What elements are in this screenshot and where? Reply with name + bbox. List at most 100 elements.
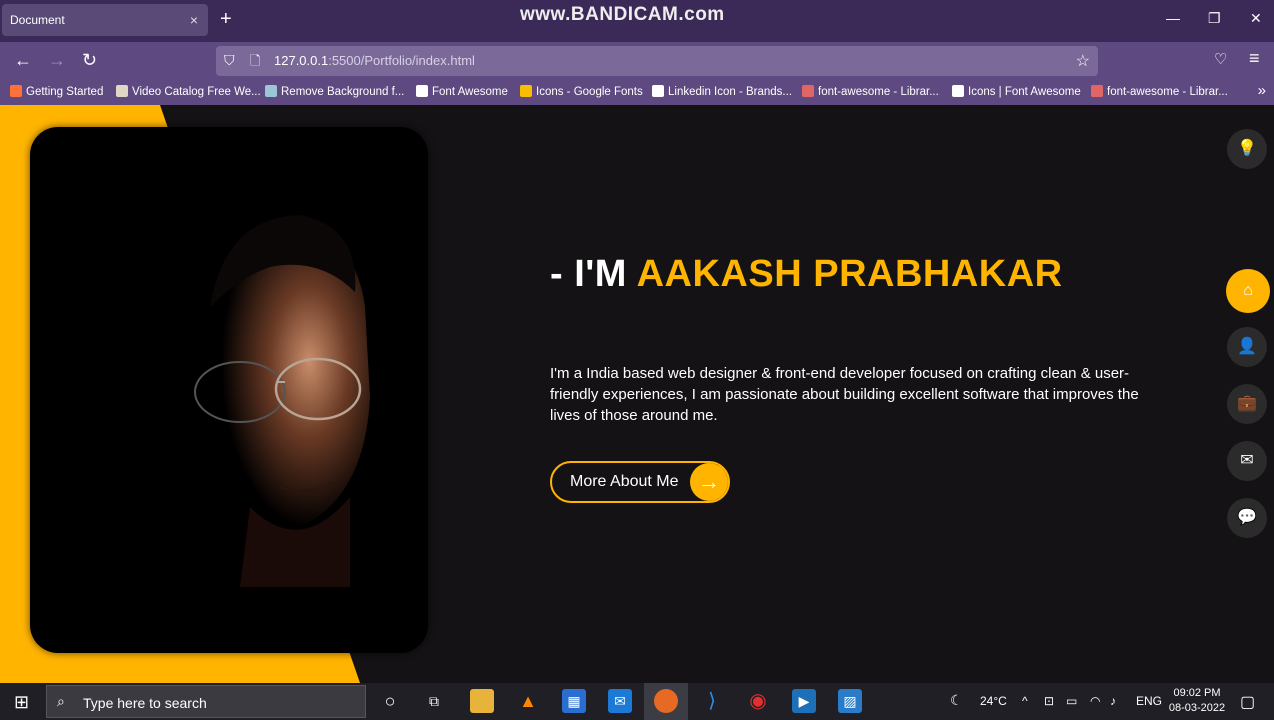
windows-start-icon[interactable]: ⊞ xyxy=(14,692,29,713)
envelope-icon: ✉ xyxy=(1240,452,1254,469)
mail-icon[interactable]: ✉ xyxy=(608,689,632,713)
new-tab-button[interactable]: + xyxy=(220,8,232,31)
bookmark-label: Font Awesome xyxy=(432,86,508,98)
wifi-icon[interactable]: ◠ xyxy=(1090,694,1100,708)
browser-titlebar: Document × + www.BANDICAM.com — ❐ ✕ xyxy=(0,0,1274,42)
address-bar[interactable]: ⛉ 🗋 127.0.0.1:5500/Portfolio/index.html … xyxy=(216,46,1098,76)
bookmark-item[interactable]: Icons - Google Fonts xyxy=(520,85,643,98)
nav-portfolio-button[interactable]: 💼 xyxy=(1227,384,1267,424)
url-text[interactable]: 127.0.0.1:5500/Portfolio/index.html xyxy=(274,53,475,68)
flag-icon xyxy=(952,85,964,97)
code-icon xyxy=(802,85,814,97)
battery-icon[interactable]: ▭ xyxy=(1066,694,1077,708)
portrait-illustration xyxy=(194,215,370,587)
bookmarks-bar: » Getting Started Video Catalog Free We..… xyxy=(0,80,1274,105)
bookmark-star-icon[interactable]: ☆ xyxy=(1076,51,1090,71)
photos-icon[interactable]: ▨ xyxy=(838,689,862,713)
pocket-icon[interactable]: ♡ xyxy=(1214,50,1227,68)
vlc-icon[interactable]: ▲ xyxy=(516,689,540,713)
theme-toggle-button[interactable]: 💡 xyxy=(1227,129,1267,169)
tray-chevron-icon[interactable]: ^ xyxy=(1022,694,1028,708)
hero-prefix: - I'M xyxy=(550,253,637,295)
firefox-icon xyxy=(10,85,22,97)
bookmark-label: Remove Background f... xyxy=(281,86,405,98)
flag-icon xyxy=(416,85,428,97)
forward-arrow-icon[interactable]: → xyxy=(48,50,66,71)
back-arrow-icon[interactable]: ← xyxy=(14,50,32,71)
weather-moon-icon[interactable]: ☾ xyxy=(950,692,963,709)
media-app-icon[interactable]: ▶ xyxy=(792,689,816,713)
bookmarks-overflow-icon[interactable]: » xyxy=(1258,82,1266,99)
bookmark-item[interactable]: Getting Started xyxy=(10,85,103,98)
nav-blog-button[interactable]: 💬 xyxy=(1227,498,1267,538)
clock-time: 09:02 PM xyxy=(1173,687,1221,699)
search-placeholder: Type here to search xyxy=(83,695,207,711)
bookmark-label: font-awesome - Librar... xyxy=(818,86,939,98)
windows-taskbar: ⊞ ⌕ Type here to search ○ ⧉ ▲ ▦ ✉ ⟩ ◉ ▶ … xyxy=(0,683,1274,720)
video-catalog-icon xyxy=(116,85,128,97)
bookmark-label: Getting Started xyxy=(26,86,104,98)
taskbar-clock[interactable]: 09:02 PM 08-03-2022 xyxy=(1168,686,1226,716)
bookmark-label: Icons | Font Awesome xyxy=(968,86,1081,98)
bookmark-label: Video Catalog Free We... xyxy=(132,86,261,98)
comments-icon: 💬 xyxy=(1237,509,1257,526)
cta-label: More About Me xyxy=(570,473,679,490)
bandicam-watermark: www.BANDICAM.com xyxy=(520,4,725,25)
url-path: :5500/Portfolio/index.html xyxy=(328,53,475,68)
google-fonts-icon xyxy=(520,85,532,97)
tab-close-icon[interactable]: × xyxy=(190,4,198,36)
taskbar-search[interactable]: ⌕ Type here to search xyxy=(46,685,366,718)
bookmark-item[interactable]: Font Awesome xyxy=(416,85,508,98)
hero-heading: - I'M AAKASH PRABHAKAR xyxy=(550,253,1063,296)
bookmark-item[interactable]: Video Catalog Free We... xyxy=(116,85,261,98)
more-about-me-button[interactable]: More About Me → xyxy=(550,461,730,503)
menu-icon[interactable]: ≡ xyxy=(1249,48,1260,69)
file-explorer-icon[interactable] xyxy=(470,689,494,713)
bookmark-item[interactable]: font-awesome - Librar... xyxy=(802,85,939,98)
task-view-icon[interactable]: ⧉ xyxy=(422,689,446,713)
browser-navbar: ← → ↻ ⛉ 🗋 127.0.0.1:5500/Portfolio/index… xyxy=(0,42,1274,80)
bookmark-label: font-awesome - Librar... xyxy=(1107,86,1228,98)
tab-title: Document xyxy=(10,13,65,27)
remove-bg-icon xyxy=(265,85,277,97)
hero-bio: I'm a India based web designer & front-e… xyxy=(550,365,1139,424)
bookmark-item[interactable]: Icons | Font Awesome xyxy=(952,85,1081,98)
notification-icon[interactable]: ▢ xyxy=(1240,692,1255,712)
reload-icon[interactable]: ↻ xyxy=(82,50,97,71)
minimize-button[interactable]: — xyxy=(1166,10,1180,26)
nav-contact-button[interactable]: ✉ xyxy=(1227,441,1267,481)
url-host: 127.0.0.1 xyxy=(274,53,329,68)
home-icon: ⌂ xyxy=(1243,282,1253,299)
bookmark-label: Linkedin Icon - Brands... xyxy=(668,86,793,98)
user-icon: 👤 xyxy=(1237,338,1257,355)
flag-icon xyxy=(652,85,664,97)
tab-document[interactable]: Document × xyxy=(2,4,208,36)
vscode-icon[interactable]: ⟩ xyxy=(700,689,724,713)
hero-name: AAKASH PRABHAKAR xyxy=(636,253,1063,295)
nav-about-button[interactable]: 👤 xyxy=(1227,327,1267,367)
bookmark-label: Icons - Google Fonts xyxy=(536,86,643,98)
cortana-icon[interactable]: ○ xyxy=(378,689,402,713)
restore-button[interactable]: ❐ xyxy=(1208,10,1221,27)
portfolio-page: - I'M AAKASH PRABHAKAR I'm a India based… xyxy=(0,105,1274,683)
language-indicator[interactable]: ENG xyxy=(1136,694,1162,708)
bookmark-item[interactable]: Linkedin Icon - Brands... xyxy=(652,85,792,98)
meet-now-icon[interactable]: ⊡ xyxy=(1044,694,1054,708)
close-window-button[interactable]: ✕ xyxy=(1250,10,1262,27)
store-icon[interactable]: ▦ xyxy=(562,689,586,713)
lightbulb-icon: 💡 xyxy=(1237,140,1257,157)
briefcase-icon: 💼 xyxy=(1237,395,1257,412)
page-info-icon[interactable]: 🗋 xyxy=(250,52,260,74)
bandicam-record-icon[interactable]: ◉ xyxy=(746,689,770,713)
arrow-right-icon: → xyxy=(690,463,728,501)
bookmark-item[interactable]: Remove Background f... xyxy=(265,85,404,98)
search-icon: ⌕ xyxy=(57,693,65,709)
firefox-icon[interactable] xyxy=(654,689,678,713)
bookmark-item[interactable]: font-awesome - Librar... xyxy=(1091,85,1228,98)
nav-home-button[interactable]: ⌂ xyxy=(1226,269,1270,313)
profile-photo xyxy=(30,127,428,653)
weather-temp[interactable]: 24°C xyxy=(980,694,1007,708)
code-icon xyxy=(1091,85,1103,97)
volume-icon[interactable]: ♪ xyxy=(1110,694,1116,708)
tracking-shield-icon[interactable]: ⛉ xyxy=(224,52,235,69)
